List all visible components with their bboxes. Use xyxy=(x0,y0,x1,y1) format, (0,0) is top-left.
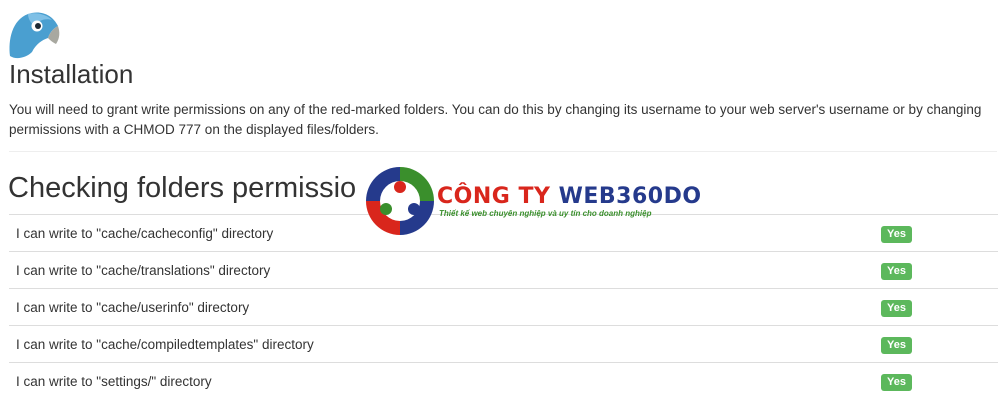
divider xyxy=(9,151,997,152)
status-badge: Yes xyxy=(881,299,912,317)
permissions-table: I can write to "cache/cacheconfig" direc… xyxy=(9,214,998,399)
table-row: I can write to "cache/userinfo" director… xyxy=(9,288,998,326)
watermark: CÔNG TY WEB360DO Thiết kế web chuyên ngh… xyxy=(364,165,701,237)
status-badge: Yes xyxy=(881,262,912,280)
permission-label: I can write to "cache/compiledtemplates"… xyxy=(16,336,314,352)
section-title: Checking folders permissio xyxy=(8,172,357,204)
installation-page: Installation You will need to grant writ… xyxy=(0,0,1002,399)
status-badge: Yes xyxy=(881,373,912,391)
status-badge: Yes xyxy=(881,336,912,354)
web360do-logo-icon xyxy=(366,167,434,235)
watermark-tagline: Thiết kế web chuyên nghiệp và uy tín cho… xyxy=(439,209,652,218)
watermark-brand: CÔNG TY WEB360DO xyxy=(437,184,702,209)
table-row: I can write to "cache/translations" dire… xyxy=(9,251,998,289)
page-title: Installation xyxy=(9,59,134,89)
permission-label: I can write to "settings/" directory xyxy=(16,373,212,389)
permission-label: I can write to "cache/translations" dire… xyxy=(16,262,271,278)
bird-logo-icon xyxy=(9,12,60,59)
status-badge: Yes xyxy=(881,225,912,243)
permission-label: I can write to "cache/userinfo" director… xyxy=(16,299,250,315)
table-row: I can write to "cache/compiledtemplates"… xyxy=(9,325,998,363)
intro-text: You will need to grant write permissions… xyxy=(9,102,982,137)
table-row: I can write to "settings/" directory Yes xyxy=(9,362,998,399)
